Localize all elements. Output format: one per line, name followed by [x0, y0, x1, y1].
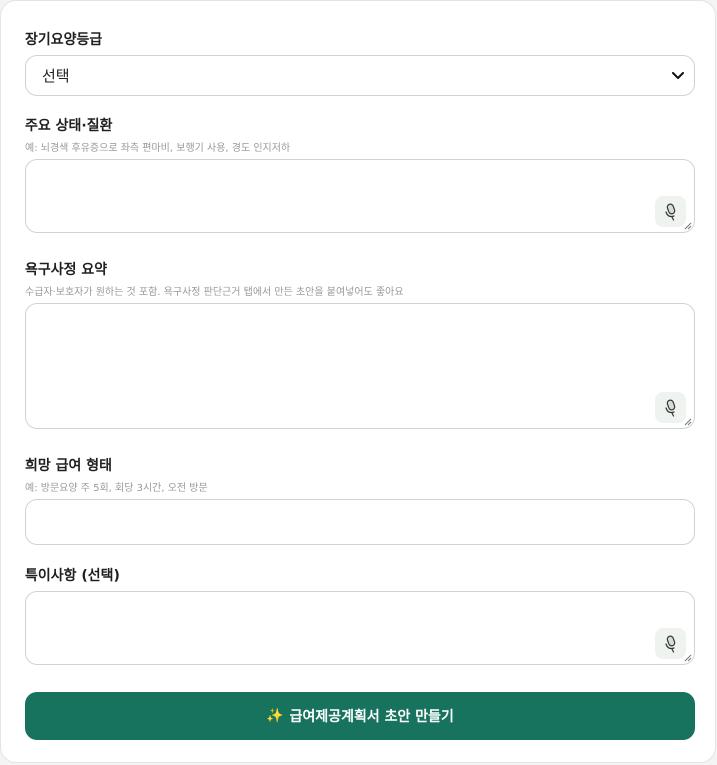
service-type-label: 희망 급여 형태 [25, 458, 113, 474]
resize-handle-icon[interactable] [684, 222, 692, 230]
microphone-icon [664, 399, 675, 417]
resize-handle-icon[interactable] [684, 418, 692, 426]
grade-label: 장기요양등급 [25, 32, 103, 48]
resize-handle-icon[interactable] [684, 654, 692, 662]
plan-form-card: 장기요양등급 선택 주요 상태·질환 예: 뇌경색 후유증으로 좌측 편마비, … [0, 0, 716, 763]
voice-input-button[interactable] [655, 196, 686, 227]
grade-select[interactable]: 선택 [25, 55, 695, 96]
service-type-input[interactable] [25, 499, 695, 545]
generate-plan-label: 급여제공계획서 초안 만들기 [289, 709, 454, 725]
notes-label: 특이사항 (선택) [25, 568, 120, 584]
condition-label: 주요 상태·질환 [25, 118, 113, 134]
sparkles-icon: ✨ [266, 708, 284, 724]
needs-label: 욕구사정 요약 [25, 262, 108, 278]
condition-hint: 예: 뇌경색 후유증으로 좌측 편마비, 보행기 사용, 경도 인지저하 [25, 143, 291, 154]
microphone-icon [664, 635, 675, 653]
condition-textarea[interactable] [25, 159, 695, 233]
service-type-hint: 예: 방문요양 주 5회, 회당 3시간, 오전 방문 [25, 483, 208, 494]
voice-input-button[interactable] [655, 392, 686, 423]
voice-input-button[interactable] [655, 628, 686, 659]
notes-textarea[interactable] [25, 591, 695, 665]
microphone-icon [664, 203, 675, 221]
needs-hint: 수급자·보호자가 원하는 것 포함. 욕구사정 판단근거 탭에서 만든 초안을 … [25, 287, 404, 298]
grade-select-value: 선택 [42, 67, 70, 85]
chevron-down-icon [672, 70, 684, 82]
needs-textarea[interactable] [25, 303, 695, 429]
generate-plan-button[interactable]: ✨ 급여제공계획서 초안 만들기 [25, 692, 695, 740]
